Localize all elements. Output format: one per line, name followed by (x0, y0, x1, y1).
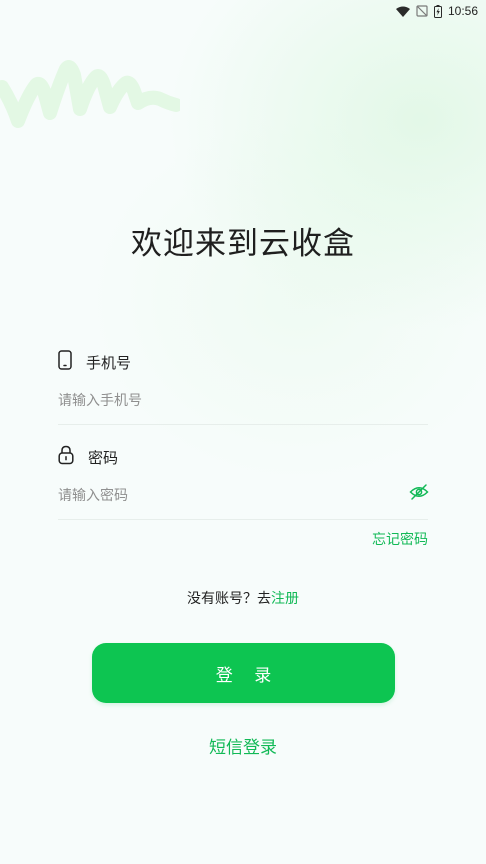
phone-label: 手机号 (86, 353, 132, 372)
register-prompt-text: 没有账号？去 (187, 591, 271, 607)
battery-charging-icon (433, 4, 442, 18)
phone-field-label-row: 手机号 (58, 350, 131, 374)
page-title: 欢迎来到云收盒 (131, 226, 355, 262)
eye-off-icon[interactable] (409, 483, 429, 505)
wifi-icon (395, 6, 410, 17)
status-bar: 10:56 (0, 0, 486, 22)
login-button[interactable]: 登 录 (92, 643, 395, 703)
forgot-password-link[interactable]: 忘记密码 (372, 529, 428, 549)
password-input[interactable] (58, 481, 428, 520)
phone-input[interactable] (58, 386, 428, 425)
status-time: 10:56 (447, 4, 478, 18)
password-field-label-row: 密码 (58, 445, 118, 469)
signal-off-icon (416, 5, 428, 17)
lock-icon (58, 445, 74, 469)
password-label: 密码 (88, 448, 119, 467)
register-prompt: 没有账号？去注册 (0, 588, 486, 608)
decorative-squiggle (0, 60, 180, 128)
register-link[interactable]: 注册 (271, 591, 299, 607)
sms-login-link[interactable]: 短信登录 (209, 738, 277, 758)
phone-icon (58, 350, 72, 374)
sms-login-row: 短信登录 (0, 733, 486, 758)
